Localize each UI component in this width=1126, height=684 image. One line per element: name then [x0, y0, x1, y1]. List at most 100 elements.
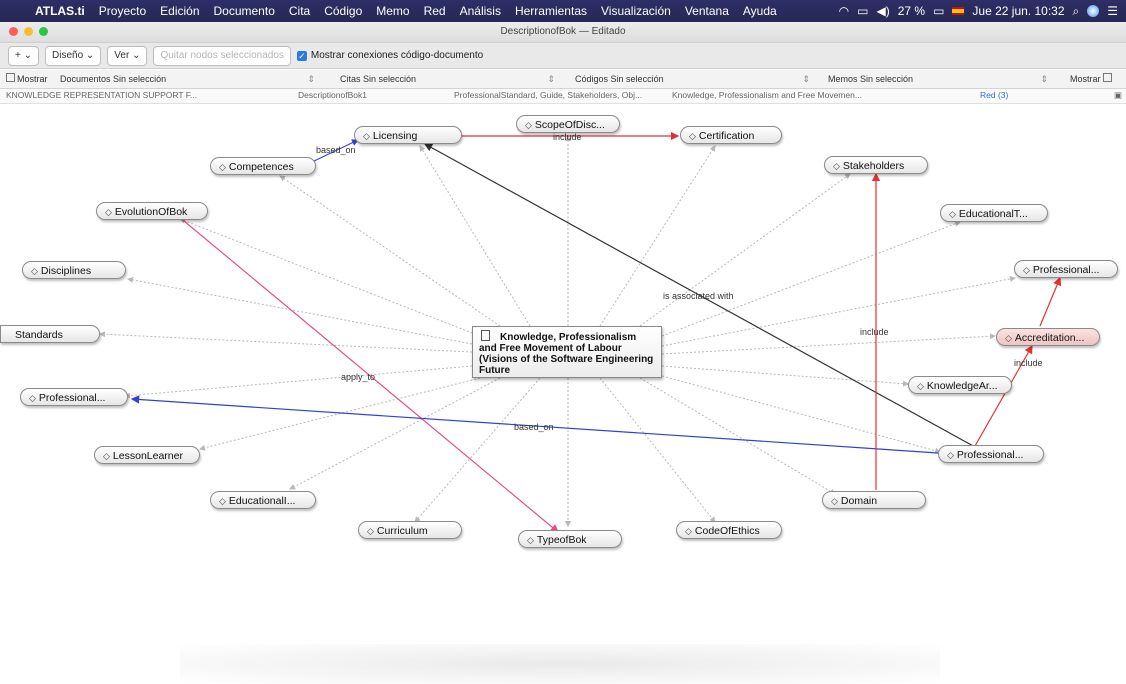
show-left-button[interactable]: Mostrar [6, 72, 48, 86]
menu-proyecto[interactable]: Proyecto [92, 4, 153, 18]
node-competences[interactable]: ◇ Competences [210, 157, 316, 175]
show-connections-label: Mostrar conexiones código-documento [310, 50, 484, 61]
node-educationali[interactable]: ◇ EducationalI... [210, 491, 316, 509]
code-icon: ◇ [917, 381, 924, 391]
battery-icon[interactable]: ▭ [933, 4, 944, 18]
selection-info-row: KNOWLEDGE REPRESENTATION SUPPORT F... De… [0, 89, 1126, 104]
quotes-selector[interactable]: Citas Sin selección ⇕ [340, 72, 555, 86]
node-stakeholders[interactable]: ◇ Stakeholders [824, 156, 928, 174]
edge-label-include[interactable]: include [1014, 358, 1043, 368]
edge-label-include[interactable]: include [860, 327, 889, 337]
show-right-button[interactable]: Mostrar [1070, 72, 1112, 86]
menu-documento[interactable]: Documento [207, 4, 282, 18]
selector-bar: Mostrar Documentos Sin selección ⇕ Citas… [0, 70, 1126, 89]
code-icon: ◇ [525, 120, 532, 130]
updown-icon: ⇕ [802, 74, 810, 84]
updown-icon: ⇕ [307, 74, 315, 84]
menu-app[interactable]: ATLAS.ti [28, 4, 92, 18]
inspector-icon[interactable]: ▣ [1114, 90, 1122, 101]
clock[interactable]: Jue 22 jun. 10:32 [972, 4, 1064, 18]
updown-icon: ⇕ [547, 74, 555, 84]
info-quote[interactable]: DescriptionofBok1 [298, 90, 367, 100]
code-icon: ◇ [949, 209, 956, 219]
menu-analisis[interactable]: Análisis [453, 4, 508, 18]
node-educationalt[interactable]: ◇ EducationalT... [940, 204, 1048, 222]
codes-selector[interactable]: Códigos Sin selección ⇕ [575, 72, 810, 86]
code-icon: ◇ [219, 496, 226, 506]
menu-codigo[interactable]: Código [317, 4, 369, 18]
show-connections-checkbox[interactable]: ✓ Mostrar conexiones código-documento [296, 50, 484, 61]
notification-center-icon[interactable]: ☰ [1107, 4, 1118, 18]
code-icon: ◇ [527, 535, 534, 545]
documents-selector[interactable]: Documentos Sin selección ⇕ [60, 72, 315, 86]
edge-central-curriculum [414, 377, 541, 523]
node-curriculum[interactable]: ◇ Curriculum [358, 521, 462, 539]
minimize-button[interactable] [24, 27, 33, 36]
edge-accreditation-professional-r1 [1039, 276, 1062, 327]
close-button[interactable] [9, 27, 18, 36]
code-icon: ◇ [219, 162, 226, 172]
node-typeofbok[interactable]: ◇ TypeofBok [518, 530, 622, 548]
siri-icon[interactable] [1087, 5, 1100, 17]
menu-red[interactable]: Red [417, 4, 453, 18]
node-scopeofdisc[interactable]: ◇ ScopeOfDisc... [516, 115, 620, 133]
menu-edicion[interactable]: Edición [153, 4, 206, 18]
node-evolutionofbok[interactable]: ◇ EvolutionOfBok [96, 202, 208, 220]
node-codeofethics[interactable]: ◇ CodeOfEthics [676, 521, 782, 539]
checkmark-icon: ✓ [296, 50, 307, 61]
remove-nodes-button[interactable]: Quitar nodos seleccionados [153, 45, 291, 66]
menu-herramientas[interactable]: Herramientas [508, 4, 594, 18]
node-professional-right-bottom[interactable]: ◇ Professional... [938, 445, 1044, 463]
wifi-icon[interactable]: ◠ [839, 4, 849, 18]
node-professional-left[interactable]: ◇ Professional... [20, 388, 128, 406]
code-icon: ◇ [105, 207, 112, 217]
info-network[interactable]: Red (3) [980, 90, 1008, 100]
edge-central-evolution [179, 218, 481, 337]
menu-ventana[interactable]: Ventana [678, 4, 736, 18]
menu-memo[interactable]: Memo [369, 4, 416, 18]
edge-central-competences [279, 175, 501, 327]
edge-label-based-on[interactable]: based_on [514, 422, 554, 432]
code-icon: ◇ [833, 161, 840, 171]
node-accreditation[interactable]: ◇ Accreditation... [996, 328, 1100, 346]
code-icon: ◇ [685, 526, 692, 536]
network-canvas[interactable]: based_on include is associated with appl… [0, 104, 1126, 684]
updown-icon: ⇕ [1040, 74, 1048, 84]
node-certification[interactable]: ◇ Certification [680, 126, 782, 144]
add-button[interactable]: + ⌄ [8, 45, 39, 66]
layout-dropdown[interactable]: Diseño ⌄ [45, 45, 102, 66]
info-document[interactable]: KNOWLEDGE REPRESENTATION SUPPORT F... [6, 90, 197, 100]
code-icon: ◇ [29, 393, 36, 403]
node-professional-right-top[interactable]: ◇ Professional... [1014, 260, 1118, 278]
info-codes[interactable]: ProfessionalStandard, Guide, Stakeholder… [454, 90, 642, 100]
menu-visualizacion[interactable]: Visualización [594, 4, 678, 18]
zoom-button[interactable] [39, 27, 48, 36]
edge-label-based-on[interactable]: based_on [316, 145, 356, 155]
edge-label-associated[interactable]: is associated with [663, 291, 734, 301]
battery-percent: 27 % [897, 4, 926, 18]
volume-icon[interactable]: ◀) [876, 4, 889, 18]
flag-icon[interactable] [952, 7, 965, 15]
edge-label-apply-to[interactable]: apply_to [341, 372, 375, 382]
menu-ayuda[interactable]: Ayuda [736, 4, 784, 18]
memos-selector[interactable]: Memos Sin selección ⇕ [828, 72, 1048, 86]
edge-central-domain [639, 377, 836, 495]
node-knowledgear[interactable]: ◇ KnowledgeAr... [908, 376, 1012, 394]
node-domain[interactable]: ◇ Domain [822, 491, 926, 509]
edge-central-disciplines [127, 276, 473, 345]
info-memo[interactable]: Knowledge, Professionalism and Free Move… [672, 90, 862, 100]
window-title-bar: DescriptionofBok — Editado [0, 22, 1126, 43]
airplay-icon[interactable]: ▭ [857, 4, 868, 18]
edge-central-standards [99, 331, 473, 353]
node-standards[interactable]: Standards [0, 325, 100, 343]
spotlight-icon[interactable]: ⌕ [1073, 4, 1080, 19]
central-document-node[interactable]: Knowledge, Professionalism and Free Move… [472, 326, 662, 378]
sidebar-icon [1102, 73, 1112, 82]
view-dropdown[interactable]: Ver ⌄ [107, 45, 148, 66]
toolbar: + ⌄ Diseño ⌄ Ver ⌄ Quitar nodos seleccio… [0, 43, 1126, 69]
node-lessonlearner[interactable]: ◇ LessonLearner [94, 446, 200, 464]
menu-cita[interactable]: Cita [282, 4, 317, 18]
edge-central-professional-r1 [661, 275, 1016, 347]
node-licensing[interactable]: ◇ Licensing [354, 126, 462, 144]
node-disciplines[interactable]: ◇ Disciplines [22, 261, 126, 279]
